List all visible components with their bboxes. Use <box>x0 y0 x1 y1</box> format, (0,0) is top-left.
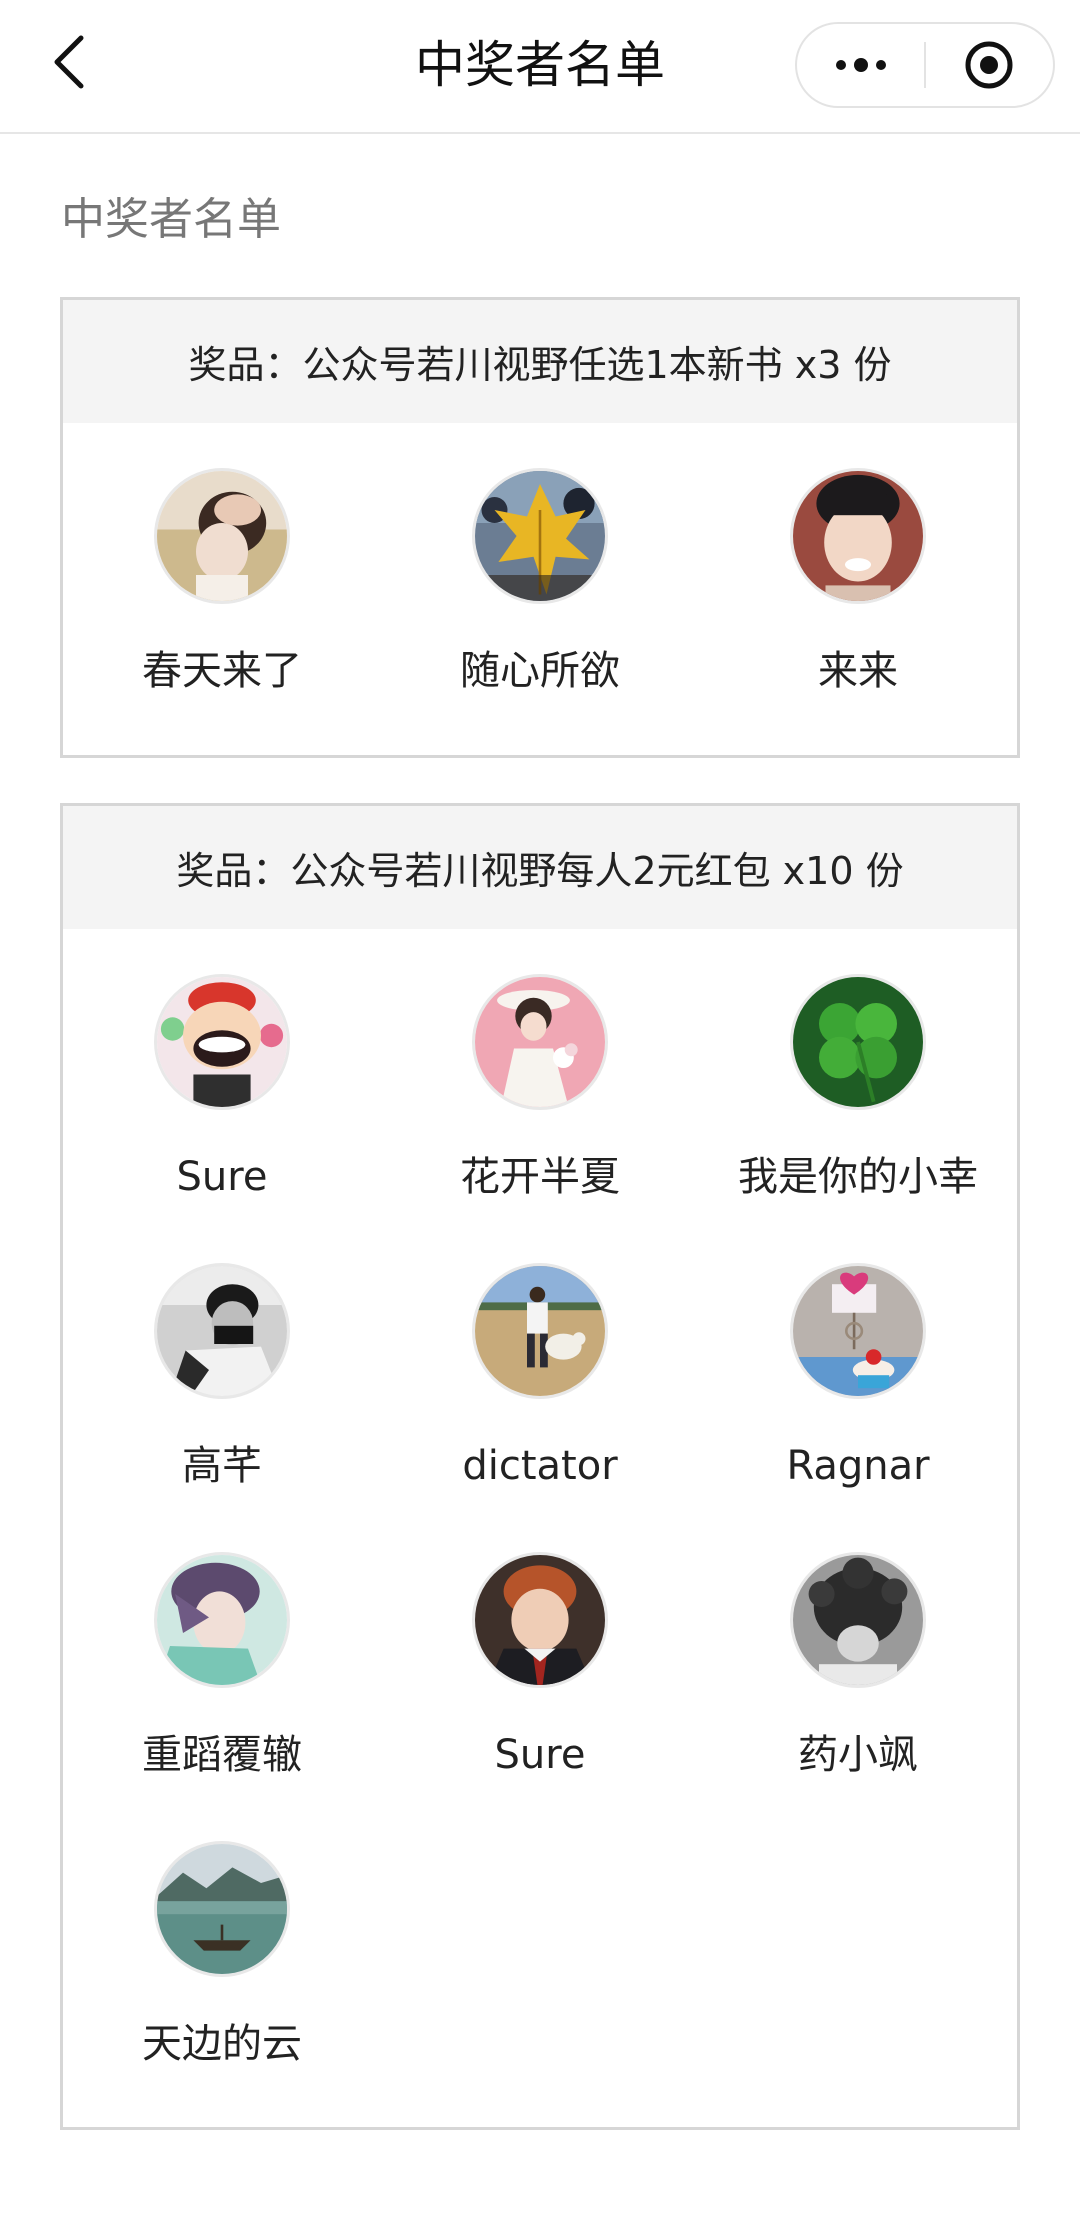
winner-item: Sure <box>381 1552 699 1841</box>
target-circle-icon <box>965 41 1013 89</box>
prize-card: 奖品：公众号若川视野每人2元红包 x10 份 Sure 花开半夏 我是你的小幸 … <box>60 803 1020 2130</box>
mini-program-capsule <box>795 22 1055 108</box>
avatar <box>790 468 926 604</box>
winner-name: 药小飒 <box>798 1732 918 1778</box>
prize-label: 奖品：公众号若川视野每人2元红包 x10 份 <box>63 806 1017 929</box>
winner-item: 随心所欲 <box>381 468 699 757</box>
avatar <box>472 974 608 1110</box>
winner-name: 春天来了 <box>142 648 302 694</box>
winner-name: dictator <box>462 1443 618 1489</box>
winner-name: 我是你的小幸 <box>738 1154 978 1200</box>
winner-name: 高芊 <box>182 1443 262 1489</box>
winner-item: 来来 <box>699 468 1017 757</box>
winner-item: Ragnar <box>699 1263 1017 1552</box>
avatar <box>472 468 608 604</box>
winner-name: 随心所欲 <box>460 648 620 694</box>
winner-item: 我是你的小幸 <box>699 974 1017 1263</box>
winner-item: Sure <box>63 974 381 1263</box>
prize-label: 奖品：公众号若川视野任选1本新书 x3 份 <box>63 300 1017 423</box>
winner-item: 花开半夏 <box>381 974 699 1263</box>
avatar <box>790 974 926 1110</box>
more-dots-icon <box>835 58 886 72</box>
winner-item: 药小飒 <box>699 1552 1017 1841</box>
nav-bar: 中奖者名单 <box>0 0 1080 134</box>
more-button[interactable] <box>797 24 924 106</box>
avatar <box>472 1263 608 1399</box>
winner-grid: 春天来了 随心所欲 来来 <box>63 423 1017 757</box>
winner-item: 高芊 <box>63 1263 381 1552</box>
avatar <box>154 1263 290 1399</box>
close-mini-program-button[interactable] <box>926 24 1053 106</box>
avatar <box>790 1552 926 1688</box>
winner-name: 来来 <box>818 648 898 694</box>
avatar <box>472 1552 608 1688</box>
winner-item: 重蹈覆辙 <box>63 1552 381 1841</box>
avatar <box>154 468 290 604</box>
winner-item: 春天来了 <box>63 468 381 757</box>
winner-name: Sure <box>494 1732 586 1778</box>
winner-name: Ragnar <box>786 1443 930 1489</box>
avatar <box>154 974 290 1110</box>
winner-grid: Sure 花开半夏 我是你的小幸 高芊 dictator Ragnar 重蹈覆辙… <box>63 929 1017 2130</box>
prize-card: 奖品：公众号若川视野任选1本新书 x3 份 春天来了 随心所欲 来来 <box>60 297 1020 758</box>
avatar <box>154 1841 290 1977</box>
winner-name: 天边的云 <box>142 2021 302 2067</box>
winner-name: 花开半夏 <box>460 1154 620 1200</box>
winner-item: 天边的云 <box>63 1841 381 2130</box>
winner-name: 重蹈覆辙 <box>142 1732 302 1778</box>
avatar <box>790 1263 926 1399</box>
winner-item: dictator <box>381 1263 699 1552</box>
winner-name: Sure <box>176 1154 268 1200</box>
section-heading: 中奖者名单 <box>61 194 281 245</box>
avatar <box>154 1552 290 1688</box>
